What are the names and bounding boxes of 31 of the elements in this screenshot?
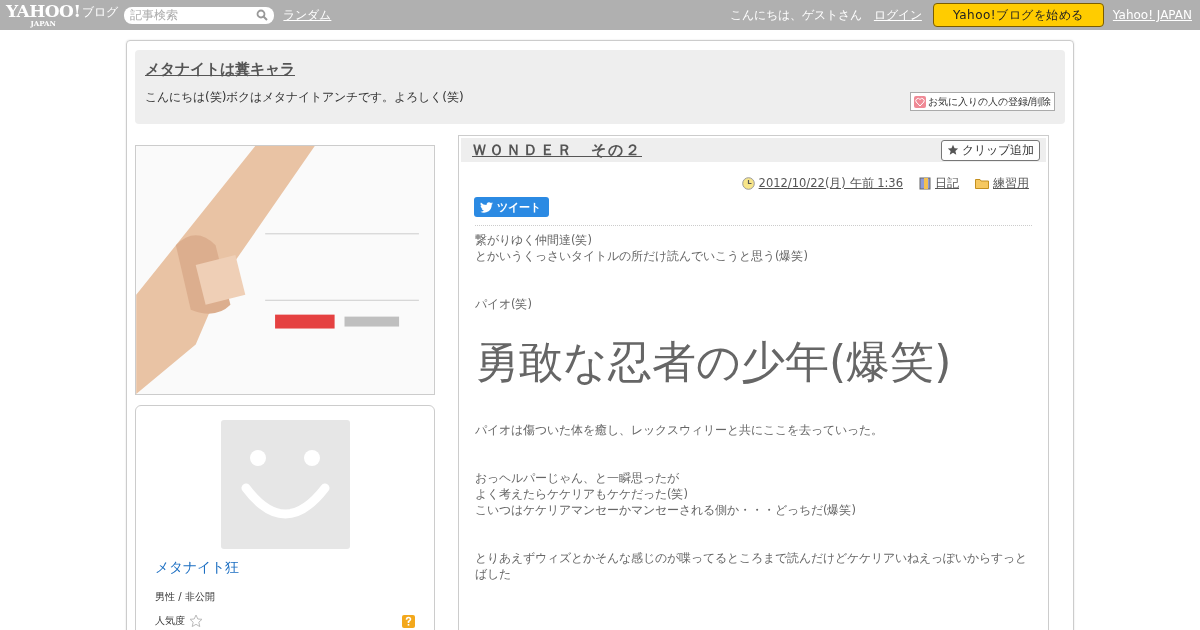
help-icon[interactable] [402, 614, 415, 628]
category-link[interactable]: 日記 [935, 176, 959, 191]
body-paragraph: おっヘルパーじゃん、と一瞬思ったが よく考えたらケケリアもケケだった(笑) こいつはケケリアマンセーかマンセーされる側か・・・どっちだ(爆笑) [475, 470, 857, 518]
bird-icon [480, 201, 493, 213]
blog-description: こんにちは(笑)ボクはメタナイトアンチです。よろしく(笑) [145, 89, 464, 106]
clip-button[interactable]: クリップ追加 [941, 139, 1040, 161]
body-paragraph: 繋がりゆく仲間達(笑) とかいうくっさいタイトルの所だけ読んでいこうと思う(爆笑) [475, 232, 809, 264]
profile-info: 男性 / 非公開 [155, 590, 216, 604]
favorite-button[interactable]: お気に入りの人の登録/削除 [909, 92, 1055, 111]
large-text: 勇敢な忍者の少年(爆笑) [475, 335, 953, 389]
greeting-text: こんにちは、ゲストさん [729, 6, 862, 24]
body-paragraph: とりあえずウィズとかそんな感じのが喋ってるところまで読んだけどケケリアいねえっぽいからすっとばした [475, 550, 1028, 582]
folder-link[interactable]: 練習用 [993, 176, 1029, 191]
article-title[interactable]: ＷＯＮＤＥＲ その２ [472, 140, 642, 160]
popularity-label: 人気度 [155, 614, 185, 628]
star-icon [947, 144, 959, 156]
clock-icon [741, 177, 755, 190]
search-icon[interactable] [256, 9, 269, 21]
star-icon [189, 614, 203, 628]
tweet-button[interactable]: ツイート [474, 197, 549, 217]
date-link[interactable]: 2012/10/22(月) 午前 1:36 [758, 176, 903, 191]
book-icon [919, 177, 931, 190]
blog-title[interactable]: メタナイトは糞キャラ [145, 60, 295, 78]
search-field[interactable]: 記事検索 [124, 6, 275, 24]
profile-name[interactable]: メタナイト狂 [155, 559, 415, 577]
folder-icon [975, 178, 989, 189]
start-blog-button[interactable]: Yahoo!ブログを始める [932, 3, 1104, 27]
logo-suffix: ブログ [82, 4, 119, 21]
body-paragraph: パイオ(笑) [475, 296, 533, 312]
heart-icon [913, 95, 926, 108]
body-paragraph: パイオは傷ついた体を癒し、レックスウィリーと共にここを去っていった。 [475, 422, 884, 438]
